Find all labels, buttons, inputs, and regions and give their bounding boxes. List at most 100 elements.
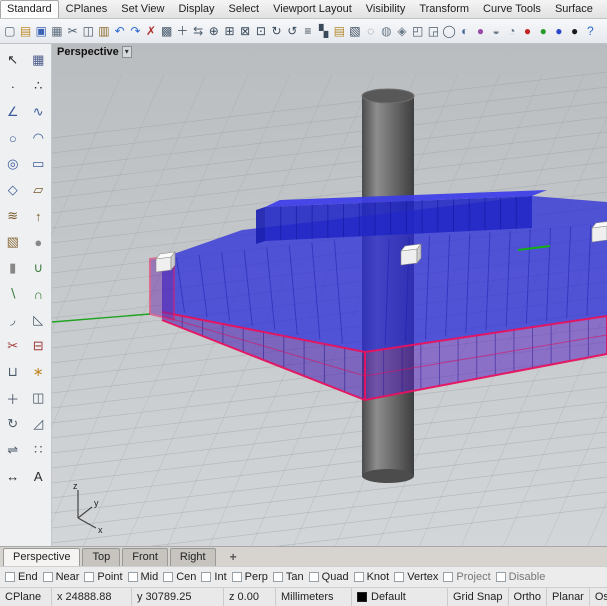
status-toggle-ortho[interactable]: Ortho [509, 588, 548, 606]
menu-tab-viewport-layout[interactable]: Viewport Layout [266, 0, 359, 18]
viewport-tab-perspective[interactable]: Perspective [3, 548, 80, 566]
shaded-viewport-icon[interactable]: ◐ [457, 19, 473, 43]
xray-viewport-icon[interactable]: ◔ [504, 19, 520, 43]
explode-tool-icon[interactable]: ∗ [26, 359, 52, 385]
render-sphere-green-icon[interactable]: ● [535, 19, 551, 43]
perspective-viewport[interactable]: Perspective ▾ [52, 44, 607, 546]
redo-icon[interactable]: ↷ [128, 19, 144, 43]
menu-tab-transform[interactable]: Transform [412, 0, 476, 18]
rendered-viewport-icon[interactable]: ● [473, 19, 489, 43]
cylinder-tool-icon[interactable]: ▮ [0, 255, 26, 281]
status-cplane-button[interactable]: CPlane [0, 588, 52, 606]
new-viewport-tab-button[interactable]: + [225, 550, 242, 566]
osnap-vertex[interactable]: Vertex [394, 571, 438, 583]
join-tool-icon[interactable]: ⊔ [0, 359, 26, 385]
render-sphere-black-icon[interactable]: ● [567, 19, 583, 43]
zoom-extents-icon[interactable]: ⊠ [237, 19, 253, 43]
status-layer-button[interactable]: Default [352, 588, 448, 606]
text-tool-icon[interactable]: A [26, 463, 52, 489]
viewport-tab-front[interactable]: Front [122, 548, 168, 566]
boolean-difference-tool-icon[interactable]: ∖ [0, 281, 26, 307]
osnap-quad-checkbox[interactable] [309, 572, 319, 582]
menu-tab-visibility[interactable]: Visibility [359, 0, 413, 18]
selection-filter-icon[interactable]: ▦ [26, 47, 52, 73]
status-units[interactable]: Millimeters [276, 588, 352, 606]
polygon-tool-icon[interactable]: ◇ [0, 177, 26, 203]
viewport-tab-right[interactable]: Right [170, 548, 216, 566]
polyline-tool-icon[interactable]: ∠ [0, 99, 26, 125]
osnap-disable[interactable]: Disable [496, 571, 546, 583]
object-properties-icon[interactable]: ▧ [347, 19, 363, 43]
open-file-icon[interactable]: ▤ [18, 19, 34, 43]
scale-tool-icon[interactable]: ◿ [26, 411, 52, 437]
osnap-near[interactable]: Near [43, 571, 80, 583]
lock-objects-icon[interactable]: ◈ [394, 19, 410, 43]
osnap-end[interactable]: End [5, 571, 38, 583]
select-tool-icon[interactable]: ↖ [0, 47, 26, 73]
osnap-vertex-checkbox[interactable] [394, 572, 404, 582]
print-icon[interactable]: ▦ [49, 19, 65, 43]
ungroup-objects-icon[interactable]: ◲ [426, 19, 442, 43]
undo-view-change-icon[interactable]: ↺ [284, 19, 300, 43]
zoom-dynamic-icon[interactable]: ⊕ [206, 19, 222, 43]
render-sphere-red-icon[interactable]: ● [520, 19, 536, 43]
status-toggle-planar[interactable]: Planar [547, 588, 590, 606]
circle-tool-icon[interactable]: ○ [0, 125, 26, 151]
viewport-menu-arrow-icon[interactable]: ▾ [122, 46, 132, 58]
osnap-end-checkbox[interactable] [5, 572, 15, 582]
delete-icon[interactable]: ✗ [143, 19, 159, 43]
osnap-tan-checkbox[interactable] [273, 572, 283, 582]
osnap-int[interactable]: Int [201, 571, 226, 583]
osnap-int-checkbox[interactable] [201, 572, 211, 582]
rotate-tool-icon[interactable]: ↻ [0, 411, 26, 437]
copy-tool-icon[interactable]: ◫ [26, 385, 52, 411]
osnap-disable-checkbox[interactable] [496, 572, 506, 582]
osnap-tan[interactable]: Tan [273, 571, 304, 583]
osnap-perp-checkbox[interactable] [232, 572, 242, 582]
osnap-quad[interactable]: Quad [309, 571, 349, 583]
chamfer-tool-icon[interactable]: ◺ [26, 307, 52, 333]
status-toggle-osnap[interactable]: Osnap [590, 588, 607, 606]
osnap-project[interactable]: Project [443, 571, 490, 583]
show-objects-icon[interactable]: ◍ [379, 19, 395, 43]
surface-tool-icon[interactable]: ▱ [26, 177, 52, 203]
help-icon[interactable]: ? [582, 19, 598, 43]
menu-tab-cplanes[interactable]: CPlanes [59, 0, 115, 18]
zoom-window-icon[interactable]: ⊞ [222, 19, 238, 43]
hide-objects-icon[interactable]: ◌ [363, 19, 379, 43]
point-tool-icon[interactable]: ∙ [0, 73, 26, 99]
viewport-layout-icon[interactable]: ▚ [316, 19, 332, 43]
osnap-point-checkbox[interactable] [84, 572, 94, 582]
menu-tab-select[interactable]: Select [222, 0, 267, 18]
array-tool-icon[interactable]: ∷ [26, 437, 52, 463]
osnap-knot[interactable]: Knot [354, 571, 390, 583]
loft-tool-icon[interactable]: ≋ [0, 203, 26, 229]
split-tool-icon[interactable]: ⊟ [26, 333, 52, 359]
osnap-cen[interactable]: Cen [163, 571, 196, 583]
rotate-view-icon[interactable]: ↻ [269, 19, 285, 43]
boolean-intersection-tool-icon[interactable]: ∩ [26, 281, 52, 307]
new-file-icon[interactable]: ▢ [2, 19, 18, 43]
osnap-mid-checkbox[interactable] [128, 572, 138, 582]
save-file-icon[interactable]: ▣ [33, 19, 49, 43]
render-sphere-blue-icon[interactable]: ● [551, 19, 567, 43]
zoom-selected-icon[interactable]: ⊡ [253, 19, 269, 43]
sphere-tool-icon[interactable]: ● [26, 229, 52, 255]
select-objects-icon[interactable]: ▩ [159, 19, 175, 43]
trim-tool-icon[interactable]: ✂ [0, 333, 26, 359]
paste-icon[interactable]: ▥ [96, 19, 112, 43]
menu-tab-surface[interactable]: Surface [548, 0, 600, 18]
curve-tool-icon[interactable]: ∿ [26, 99, 52, 125]
osnap-cen-checkbox[interactable] [163, 572, 173, 582]
copy-to-clipboard-icon[interactable]: ◫ [80, 19, 96, 43]
dimension-tool-icon[interactable]: ↔ [0, 463, 26, 489]
menu-tab-display[interactable]: Display [171, 0, 221, 18]
menu-tab-curve-tools[interactable]: Curve Tools [476, 0, 548, 18]
wireframe-viewport-icon[interactable]: ◯ [441, 19, 457, 43]
extrude-tool-icon[interactable]: ↑ [26, 203, 52, 229]
osnap-near-checkbox[interactable] [43, 572, 53, 582]
viewport-title[interactable]: Perspective [57, 46, 119, 58]
cut-icon[interactable]: ✂ [65, 19, 81, 43]
ellipse-tool-icon[interactable]: ◎ [0, 151, 26, 177]
menu-tab-set-view[interactable]: Set View [114, 0, 171, 18]
